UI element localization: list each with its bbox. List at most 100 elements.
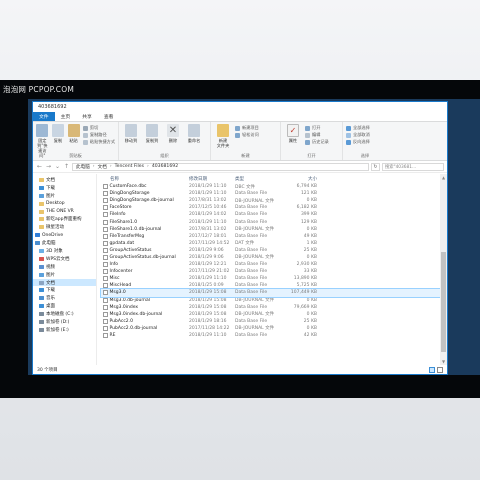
select-all-button[interactable]: 全部选择 <box>346 125 370 131</box>
file-row[interactable]: GroupActiveStatus 2018/1/29 9:06 Data Base… <box>101 247 447 254</box>
history-button[interactable]: 历史记录 <box>305 139 329 145</box>
nav-item[interactable]: 新吃app界面重构 <box>33 215 96 223</box>
paste-shortcut-button[interactable]: 粘贴快捷方式 <box>82 139 115 145</box>
tab-view[interactable]: 查看 <box>98 112 120 121</box>
file-row[interactable]: DingDongStorage.db-journal 2017/8/31 13:0… <box>101 197 447 204</box>
scrollbar-thumb[interactable] <box>441 252 446 352</box>
organize-group: 移动到 复制到 ✕ 删除 重命名 组织 <box>119 122 211 160</box>
organize-group-label: 组织 <box>160 153 169 158</box>
nav-item[interactable]: THE ONE VR <box>33 208 96 216</box>
nav-item[interactable]: 新加卷 (E:) <box>33 326 96 334</box>
open-button[interactable]: 打开 <box>305 125 329 131</box>
nav-item[interactable]: 下载 <box>33 286 96 294</box>
column-name[interactable]: 名称 <box>101 176 189 182</box>
new-item-button[interactable]: 新建项目 <box>235 125 259 131</box>
easy-access-button[interactable]: 轻松访问 <box>235 132 259 138</box>
crumb-account[interactable]: 403681692 <box>152 164 178 169</box>
search-box[interactable]: 搜索"403681... <box>382 162 444 171</box>
nav-item[interactable]: OneDrive <box>33 231 96 239</box>
file-name-text: gpdata.dat <box>109 240 135 246</box>
column-size[interactable]: 大小 <box>289 176 317 182</box>
file-row[interactable]: RE 2018/1/29 11:10 Data Base File 42 KB <box>101 332 447 339</box>
file-date: 2018/1/29 15:08 <box>189 290 227 296</box>
nav-item-label: 音乐 <box>46 296 55 302</box>
file-type: Data Base File <box>235 191 268 197</box>
file-type: Data Base File <box>235 318 268 324</box>
file-type: Data Base File <box>235 233 268 239</box>
nav-item[interactable]: 文档 <box>33 278 96 287</box>
file-row[interactable]: FileShare1.0.db-journal 2017/8/31 13:02 DB… <box>101 226 447 233</box>
cut-button[interactable]: 剪切 <box>82 125 115 131</box>
file-name: Msg3.0index <box>101 304 189 310</box>
file-row[interactable]: PubAcc2.0.db-journal 2017/11/28 14:22 DB-J… <box>101 325 447 332</box>
copy-path-button[interactable]: 复制路径 <box>82 132 115 138</box>
file-row[interactable]: Info 2018/1/29 12:21 Data Base File 2,930 K… <box>101 261 447 268</box>
file-row[interactable]: GroupActiveStatus.db-journal 2018/1/29 9:… <box>101 254 447 261</box>
tab-home[interactable]: 主页 <box>55 112 77 121</box>
nav-item[interactable]: 视频 <box>33 263 96 271</box>
refresh-icon[interactable]: ↻ <box>371 162 380 171</box>
select-none-button[interactable]: 全部取消 <box>346 132 370 138</box>
nav-item[interactable]: 此电脑 <box>33 239 96 247</box>
edit-button[interactable]: 编辑 <box>305 132 329 138</box>
nav-item[interactable]: 本地磁盘 (C:) <box>33 310 96 318</box>
file-name-text: DingDongStorage.db-journal <box>109 198 174 204</box>
file-row[interactable]: DingDongStorage 2018/1/29 11:10 Data Base … <box>101 190 447 197</box>
details-view-icon[interactable] <box>429 367 435 373</box>
file-row[interactable]: Infocenter 2017/11/29 21:02 Data Base File… <box>101 268 447 275</box>
file-date: 2018/1/29 11:10 <box>189 333 227 339</box>
crumb-this-pc[interactable]: 此电脑 <box>76 164 90 170</box>
file-row[interactable]: FileTransferMsg 2017/12/7 18:01 Data Base … <box>101 233 447 240</box>
nav-item[interactable]: WPS云文档 <box>33 255 96 263</box>
up-arrow-icon[interactable]: ↑ <box>63 163 70 171</box>
invert-selection-button[interactable]: 反向选择 <box>346 139 370 145</box>
nav-item[interactable]: 桌面 <box>33 302 96 310</box>
forward-arrow-icon[interactable]: → <box>45 163 52 171</box>
nav-item[interactable]: 音乐 <box>33 294 96 302</box>
tab-share[interactable]: 共享 <box>76 112 98 121</box>
file-row[interactable]: Msg3.0index.db-journal 2018/1/29 15:08 DB-… <box>101 311 447 318</box>
file-name: PubAcc2.0 <box>101 318 189 324</box>
nav-item[interactable]: 新加卷 (D:) <box>33 318 96 326</box>
recent-locations-icon[interactable]: ⌄ <box>54 163 61 171</box>
tab-file[interactable]: 文件 <box>33 112 55 121</box>
file-row[interactable]: MiscHead 2018/1/25 0:09 Data Base File 5,72… <box>101 282 447 289</box>
file-row[interactable]: Msg3.0 2018/1/29 15:08 Data Base File 107,4… <box>100 288 447 298</box>
nav-item-label: 新加卷 (D:) <box>46 319 70 325</box>
file-row[interactable]: Msg3.0index 2018/1/29 15:08 Data Base File… <box>101 304 447 311</box>
edit-icon <box>305 132 310 138</box>
nav-item-label: 文档 <box>46 177 55 183</box>
crumb-documents[interactable]: 文档 <box>98 164 107 170</box>
file-row[interactable]: Misc 2018/1/29 11:10 Data Base File 13,890 … <box>101 275 447 282</box>
nav-item[interactable]: 3D 对象 <box>33 247 96 255</box>
open-group-label: 打开 <box>307 153 316 158</box>
vertical-scrollbar[interactable]: ▲ ▼ <box>440 174 447 365</box>
scroll-up-icon[interactable]: ▲ <box>440 174 447 181</box>
pictures-icon <box>39 193 44 198</box>
file-type: DB-JOURNAL 文件 <box>235 298 275 304</box>
back-arrow-icon[interactable]: ← <box>36 163 43 171</box>
nav-item[interactable]: Desktop <box>33 200 96 208</box>
large-icons-view-icon[interactable] <box>437 367 443 373</box>
column-date[interactable]: 修改日期 <box>189 176 235 182</box>
file-row[interactable]: CustomFace.dbc 2018/1/29 11:10 DBC 文件 6,794… <box>101 183 447 190</box>
column-type[interactable]: 类型 <box>235 176 289 182</box>
checkmark-icon: ✓ <box>287 124 299 137</box>
scroll-down-icon[interactable]: ▼ <box>440 358 447 365</box>
nav-item[interactable]: 图片 <box>33 271 96 279</box>
move-to-icon <box>125 124 137 137</box>
file-row[interactable]: FileShare1.0 2018/1/29 11:10 Data Base Fil… <box>101 218 447 225</box>
file-row[interactable]: PubAcc2.0 2018/1/29 18:16 Data Base File 25… <box>101 318 447 325</box>
address-bar[interactable]: 此电脑 › 文档 › Tencent Files › 403681692 <box>72 162 369 171</box>
file-row[interactable]: Msg3.0.db-journal 2018/1/29 15:08 DB-JOURN… <box>101 297 447 304</box>
nav-item[interactable]: 图片 <box>33 192 96 200</box>
paste-icon <box>67 124 80 137</box>
file-row[interactable]: FileInfo 2018/1/29 14:02 Data Base File 399… <box>101 211 447 218</box>
crumb-tencent-files[interactable]: Tencent Files <box>115 164 144 169</box>
nav-item[interactable]: 下载 <box>33 184 96 192</box>
file-row[interactable]: gpdata.dat 2017/11/29 14:52 DAT 文件 1 KB <box>101 240 447 247</box>
file-type: Data Base File <box>235 304 268 310</box>
nav-item[interactable]: 文档 <box>33 176 96 184</box>
file-row[interactable]: FaceStore 2017/12/5 10:46 Data Base File 6,… <box>101 204 447 211</box>
nav-item[interactable]: 微星活动 <box>33 223 96 231</box>
